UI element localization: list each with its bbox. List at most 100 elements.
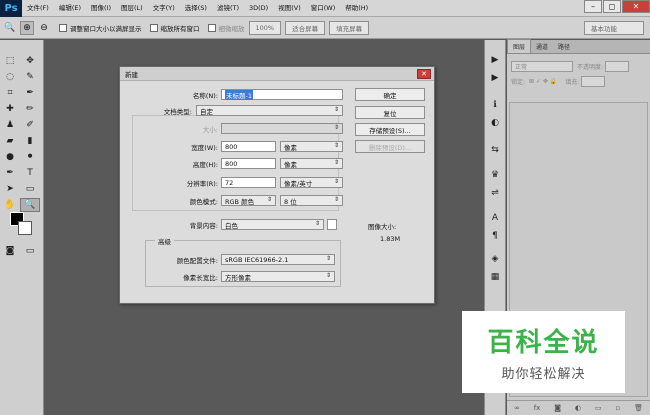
pen-tool-icon[interactable]: ✒: [0, 166, 20, 180]
link-icon[interactable]: ∞: [514, 404, 520, 412]
blur-tool-icon[interactable]: ●: [0, 150, 20, 164]
scrubby-zoom-checkbox[interactable]: [207, 23, 216, 32]
zoom-value-button[interactable]: 100%: [248, 20, 282, 35]
background-color-swatch[interactable]: [327, 219, 337, 230]
chevron-icon: ⇕: [266, 196, 272, 203]
folder-icon[interactable]: ▭: [595, 404, 602, 412]
workspace-select[interactable]: 基本功能: [584, 20, 644, 35]
fill-field[interactable]: [581, 75, 606, 87]
menu-filter[interactable]: 滤镜(T): [212, 0, 244, 17]
workspace-label: 基本功能: [591, 24, 617, 33]
height-input[interactable]: 800: [221, 158, 276, 169]
stamp-tool-icon[interactable]: ♟: [0, 118, 20, 132]
ok-button[interactable]: 确定: [355, 88, 425, 101]
close-button[interactable]: ✕: [622, 0, 650, 13]
menu-image[interactable]: 图像(I): [86, 0, 116, 17]
chevron-icon: ⇕: [333, 142, 339, 149]
size-select[interactable]: ⇕: [221, 123, 343, 134]
marquee-tool-icon[interactable]: ⬚: [0, 54, 20, 68]
blend-row: 正常 不透明度:: [507, 58, 650, 74]
color-mode-select[interactable]: RGB 颜色 ⇕: [221, 195, 276, 206]
opacity-field[interactable]: [605, 60, 630, 72]
tab-channels[interactable]: 通道: [531, 40, 553, 53]
save-preset-button[interactable]: 存储预设(S)...: [355, 123, 425, 136]
fx-icon[interactable]: fx: [534, 404, 541, 412]
height-unit-select[interactable]: 像素 ⇕: [280, 158, 343, 169]
gradient-tool-icon[interactable]: ▮: [20, 134, 40, 148]
history-brush-icon[interactable]: ✐: [20, 118, 40, 132]
width-input[interactable]: 800: [221, 141, 276, 152]
brush-preset-icon[interactable]: ♛: [485, 167, 505, 182]
bit-depth-select[interactable]: 8 位 ⇕: [280, 195, 343, 206]
path-select-icon[interactable]: ➤: [0, 182, 20, 196]
eraser-tool-icon[interactable]: ▰: [0, 134, 20, 148]
move-tool-icon[interactable]: ✥: [20, 54, 40, 68]
menu-bar: Ps 文件(F) 编辑(E) 图像(I) 图层(L) 文字(Y) 选择(S) 滤…: [0, 0, 650, 17]
quick-mask-icon[interactable]: ◙: [0, 244, 20, 258]
shape-tool-icon[interactable]: ▭: [20, 182, 40, 196]
background-select[interactable]: 白色 ⇕: [221, 219, 324, 230]
resolution-input[interactable]: 72: [221, 177, 276, 188]
name-input[interactable]: 未标题-1: [221, 89, 343, 100]
adjust-icon[interactable]: ⇆: [485, 142, 505, 157]
character-icon[interactable]: A: [485, 210, 505, 225]
menu-edit[interactable]: 编辑(E): [54, 0, 86, 17]
zoom-tool-icon[interactable]: 🔍: [3, 21, 17, 35]
history-icon[interactable]: ▶: [485, 52, 505, 67]
reset-button[interactable]: 复位: [355, 106, 425, 119]
profile-label: 颜色配置文件:: [176, 257, 218, 265]
delete-preset-button[interactable]: 删除预设(D)...: [355, 140, 425, 153]
play-icon[interactable]: ▶: [485, 70, 505, 85]
lasso-tool-icon[interactable]: ◌: [0, 70, 20, 84]
adjustment-icon[interactable]: ◐: [575, 404, 581, 412]
sliders-icon[interactable]: ⇌: [485, 185, 505, 200]
tab-layers[interactable]: 图层: [507, 39, 532, 53]
tab-paths[interactable]: 路径: [553, 40, 575, 53]
menu-type[interactable]: 文字(Y): [148, 0, 180, 17]
menu-view[interactable]: 视图(V): [273, 0, 306, 17]
resize-windows-checkbox[interactable]: [59, 23, 67, 32]
minimize-button[interactable]: –: [584, 0, 602, 13]
type-tool-icon[interactable]: T: [20, 166, 40, 180]
blend-mode-select[interactable]: 正常: [511, 60, 573, 72]
trash-icon[interactable]: 🗑: [634, 404, 643, 412]
color-mode-label: 颜色模式:: [189, 198, 218, 206]
zoom-in-icon[interactable]: ⊕: [20, 20, 34, 35]
profile-value: sRGB IEC61966-2.1: [225, 255, 289, 264]
screen-mode-icon[interactable]: ▭: [20, 244, 40, 258]
menu-file[interactable]: 文件(F): [22, 0, 54, 17]
crop-tool-icon[interactable]: ⌗: [0, 86, 20, 100]
healing-tool-icon[interactable]: ✚: [0, 102, 20, 116]
new-layer-icon[interactable]: ▫: [615, 404, 620, 412]
menu-help[interactable]: 帮助(H): [340, 0, 373, 17]
preset-select[interactable]: 自定 ⇕: [196, 105, 343, 116]
eyedropper-tool-icon[interactable]: ✒: [20, 86, 40, 100]
hand-tool-icon[interactable]: ✋: [0, 198, 20, 212]
zoom-tool-box-icon[interactable]: 🔍: [20, 198, 40, 212]
swatches-icon[interactable]: ▦: [485, 269, 505, 284]
fill-screen-button[interactable]: 填充屏幕: [329, 20, 370, 35]
quick-select-icon[interactable]: ✎: [20, 70, 40, 84]
info-icon[interactable]: ℹ: [485, 97, 505, 112]
menu-layer[interactable]: 图层(L): [116, 0, 148, 17]
chevron-icon: ⇕: [333, 196, 339, 203]
menu-select[interactable]: 选择(S): [180, 0, 212, 17]
brush-tool-icon[interactable]: ✏: [20, 102, 40, 116]
color-icon[interactable]: ◐: [485, 115, 505, 130]
pixel-aspect-select[interactable]: 方形像素 ⇕: [221, 271, 335, 282]
paragraph-icon[interactable]: ¶: [485, 228, 505, 243]
menu-3d[interactable]: 3D(D): [244, 0, 273, 17]
fit-screen-button[interactable]: 适合屏幕: [285, 20, 326, 35]
dodge-tool-icon[interactable]: ⚫: [20, 150, 40, 164]
menu-window[interactable]: 窗口(W): [306, 0, 341, 17]
resolution-unit-select[interactable]: 像素/英寸 ⇕: [280, 177, 343, 188]
width-unit-select[interactable]: 像素 ⇕: [280, 141, 343, 152]
restore-button[interactable]: ◻: [603, 0, 621, 13]
background-color-swatch[interactable]: [18, 221, 32, 235]
zoom-out-icon[interactable]: ⊖: [37, 21, 51, 35]
profile-select[interactable]: sRGB IEC61966-2.1 ⇕: [221, 254, 335, 265]
3d-icon[interactable]: ◈: [485, 251, 505, 266]
mask-icon[interactable]: ◙: [554, 404, 561, 412]
dialog-close-button[interactable]: ✕: [417, 69, 431, 79]
zoom-all-checkbox[interactable]: [149, 23, 158, 32]
